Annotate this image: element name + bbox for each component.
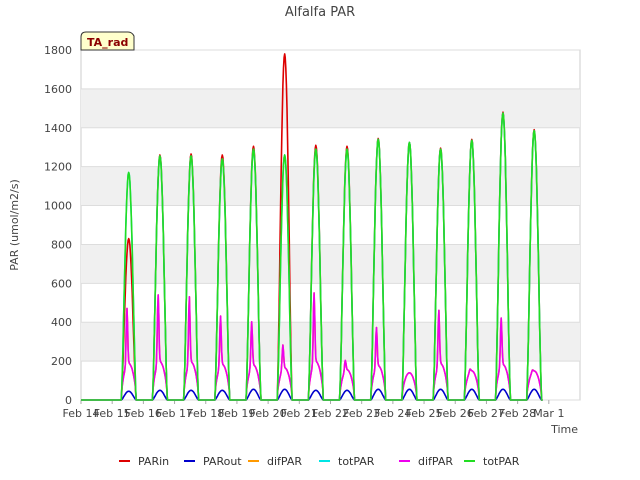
- y-tick-label: 400: [51, 316, 72, 329]
- legend-label: PARin: [138, 455, 169, 468]
- x-tick-label: Mar 1: [533, 407, 564, 420]
- chart-title: Alfalfa PAR: [285, 5, 355, 20]
- x-axis-label: Time: [550, 423, 578, 436]
- ta-rad-badge: TA_rad: [80, 31, 135, 51]
- legend-item-totpar-5: totPAR: [464, 455, 520, 468]
- y-tick-label: 1400: [44, 122, 72, 135]
- x-tick-label: Feb 28: [499, 407, 536, 420]
- grid-band: [81, 88, 580, 128]
- legend-item-parout-1: PARout: [184, 455, 242, 468]
- y-tick-label: 0: [65, 394, 72, 407]
- x-axis-ticks: Feb 14Feb 15Feb 16Feb 17Feb 18Feb 19Feb …: [63, 400, 564, 420]
- y-tick-label: 200: [51, 355, 72, 368]
- y-tick-label: 1000: [44, 200, 72, 213]
- y-tick-label: 1600: [44, 83, 72, 96]
- badge-label: TA_rad: [87, 36, 128, 49]
- y-tick-label: 600: [51, 277, 72, 290]
- legend-item-difpar-2: difPAR: [248, 455, 302, 468]
- legend-label: PARout: [203, 455, 242, 468]
- plot-background: [80, 49, 581, 401]
- legend: PARin PARout difPAR totPAR difPAR totPAR: [119, 455, 520, 468]
- y-tick-label: 800: [51, 238, 72, 251]
- legend-label: difPAR: [418, 455, 453, 468]
- legend-label: difPAR: [267, 455, 302, 468]
- legend-label: totPAR: [483, 455, 520, 468]
- legend-item-parin-0: PARin: [119, 455, 169, 468]
- legend-item-difpar-4: difPAR: [399, 455, 453, 468]
- legend-item-totpar-3: totPAR: [319, 455, 375, 468]
- legend-label: totPAR: [338, 455, 375, 468]
- y-tick-label: 1200: [44, 161, 72, 174]
- y-axis-label: PAR (umol/m2/s): [8, 179, 21, 271]
- y-axis-ticks: 0 200 400 600 800 1000 1200 1400 1600 1800: [44, 44, 72, 407]
- par-chart: Alfalfa PAR 0 200 400 600 800 1000 1200 1400 160…: [8, 5, 581, 468]
- y-tick-label: 1800: [44, 44, 72, 57]
